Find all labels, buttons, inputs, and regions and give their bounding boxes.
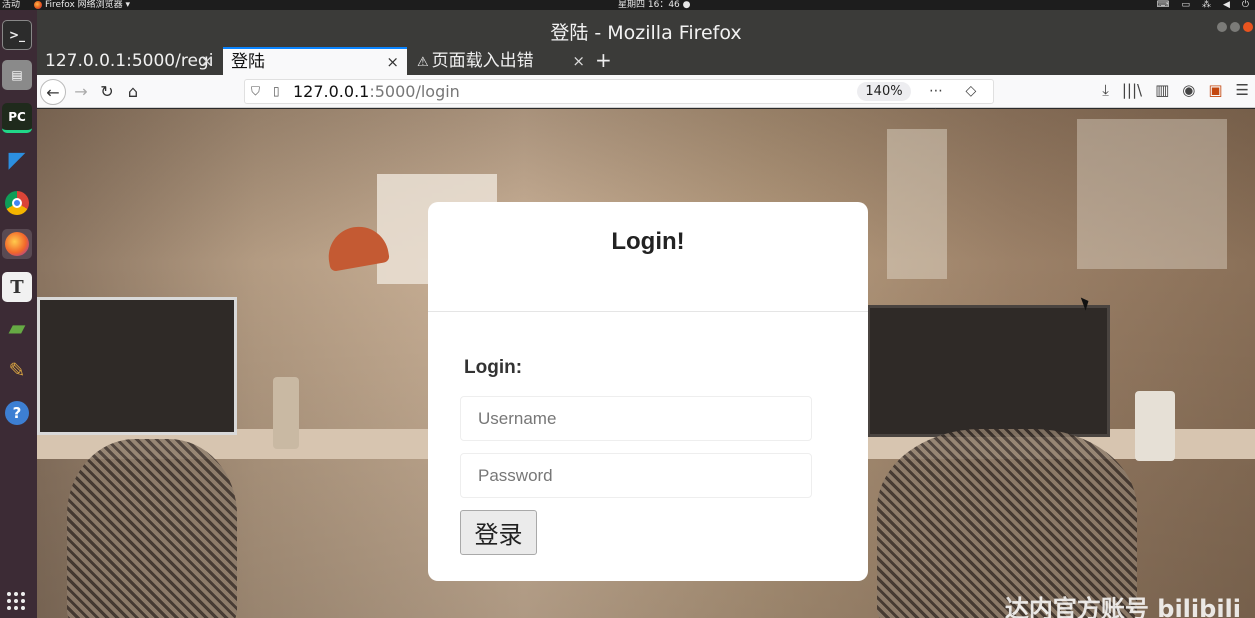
- display-icon[interactable]: ▭: [1181, 0, 1190, 10]
- background-carton: [1135, 391, 1175, 461]
- close-window-icon[interactable]: [1243, 22, 1253, 32]
- gnome-top-bar: 活动 Firefox 网络浏览器 ▾ 星期四 16：46 ● ⌨ ▭ ⁂ ◀ ⏻: [0, 0, 1255, 10]
- window-controls: [1217, 22, 1253, 32]
- tab-label: 127.0.0.1:5000/regi: [45, 51, 214, 71]
- system-tray[interactable]: ⌨ ▭ ⁂ ◀ ⏻: [1156, 0, 1249, 10]
- files-icon[interactable]: ▤: [2, 60, 32, 90]
- tab-load-error[interactable]: ⚠ 页面载入出错 ×: [409, 47, 593, 75]
- background-window: [1077, 119, 1227, 269]
- text-editor-icon[interactable]: T: [2, 272, 32, 302]
- username-input[interactable]: [460, 396, 812, 441]
- reload-button[interactable]: ↻: [94, 79, 120, 105]
- tab-label: 页面载入出错: [431, 51, 534, 71]
- sidebar-icon[interactable]: ▥: [1155, 81, 1169, 99]
- url-path: :5000/login: [369, 82, 460, 101]
- warning-icon: ⚠: [417, 55, 429, 70]
- tab-register[interactable]: 127.0.0.1:5000/regi ×: [37, 47, 221, 75]
- app-menu[interactable]: Firefox 网络浏览器 ▾: [34, 0, 130, 10]
- new-tab-button[interactable]: +: [595, 47, 612, 73]
- background-monitor: [867, 305, 1110, 437]
- forward-button[interactable]: →: [68, 79, 94, 105]
- library-icon[interactable]: |||\: [1122, 81, 1142, 99]
- show-applications-icon[interactable]: [7, 592, 25, 610]
- toolbar-right: ⤓ |||\ ▥ ◉ ▣ ☰: [1102, 81, 1249, 99]
- tab-strip: 127.0.0.1:5000/regi × 登陆 × ⚠ 页面载入出错 × +: [37, 47, 1255, 75]
- tab-label: 登陆: [231, 52, 265, 72]
- login-card: Login! Login: 登录: [428, 202, 868, 581]
- firefox-icon: [34, 1, 42, 9]
- downloads-icon[interactable]: ⤓: [1102, 81, 1109, 99]
- close-tab-icon[interactable]: ×: [572, 47, 585, 75]
- login-submit-button[interactable]: 登录: [460, 510, 537, 555]
- pycharm-icon[interactable]: PC: [2, 103, 32, 133]
- vscode-icon[interactable]: ◤: [2, 145, 32, 175]
- books-icon[interactable]: ▰: [2, 313, 32, 343]
- window-titlebar: 登陆 - Mozilla Firefox: [37, 10, 1255, 47]
- firefox-dock-icon[interactable]: [2, 229, 32, 259]
- url-bar[interactable]: ⛉ ▯ 127.0.0.1:5000/login 140% ⋯ ◇ ☆: [244, 79, 994, 122]
- paint-icon[interactable]: ✎: [2, 355, 32, 385]
- terminal-icon[interactable]: >_: [2, 20, 32, 50]
- clock[interactable]: 星期四 16：46 ●: [618, 0, 690, 10]
- back-button[interactable]: ←: [40, 79, 66, 105]
- close-tab-icon[interactable]: ×: [386, 49, 399, 75]
- window-title: 登陆 - Mozilla Firefox: [550, 22, 742, 44]
- zoom-indicator[interactable]: 140%: [857, 82, 911, 101]
- home-button[interactable]: ⌂: [120, 79, 146, 105]
- account-icon[interactable]: ◉: [1182, 81, 1195, 99]
- dock: >_ ▤ PC ◤ T ▰ ✎ ?: [0, 10, 37, 618]
- power-icon[interactable]: ⏻: [1242, 0, 1249, 10]
- extension-icon[interactable]: ▣: [1208, 81, 1222, 99]
- help-icon[interactable]: ?: [2, 398, 32, 428]
- input-method-icon[interactable]: ⌨: [1156, 0, 1169, 10]
- background-window: [887, 129, 947, 279]
- watermark: 达内官方账号 bilibili: [1004, 595, 1241, 618]
- chrome-icon[interactable]: [2, 188, 32, 218]
- url-text[interactable]: 127.0.0.1:5000/login: [293, 80, 460, 103]
- background-bottle: [273, 377, 299, 449]
- volume-icon[interactable]: ◀: [1223, 0, 1230, 10]
- activities-button[interactable]: 活动: [2, 0, 20, 10]
- login-title: Login!: [611, 228, 685, 255]
- close-tab-icon[interactable]: ×: [200, 47, 213, 75]
- menu-icon[interactable]: ☰: [1236, 81, 1249, 99]
- tracking-shield-icon[interactable]: ⛉: [251, 80, 260, 103]
- maximize-icon[interactable]: [1230, 22, 1240, 32]
- url-host: 127.0.0.1: [293, 82, 370, 101]
- page-viewport: Login! Login: 登录 达内官方账号 bilibili: [37, 109, 1255, 618]
- navigation-toolbar: ← → ↻ ⌂ ⛉ ▯ 127.0.0.1:5000/login 140% ⋯ …: [37, 75, 1255, 122]
- tab-login[interactable]: 登陆 ×: [223, 47, 407, 75]
- form-label: Login:: [464, 357, 523, 378]
- network-icon[interactable]: ⁂: [1202, 0, 1211, 10]
- background-chair: [67, 439, 237, 618]
- password-input[interactable]: [460, 453, 812, 498]
- background-monitor: [37, 297, 237, 435]
- minimize-icon[interactable]: [1217, 22, 1227, 32]
- page-info-icon[interactable]: ▯: [273, 80, 280, 103]
- card-divider: [428, 311, 868, 312]
- app-menu-label: Firefox 网络浏览器 ▾: [45, 0, 131, 10]
